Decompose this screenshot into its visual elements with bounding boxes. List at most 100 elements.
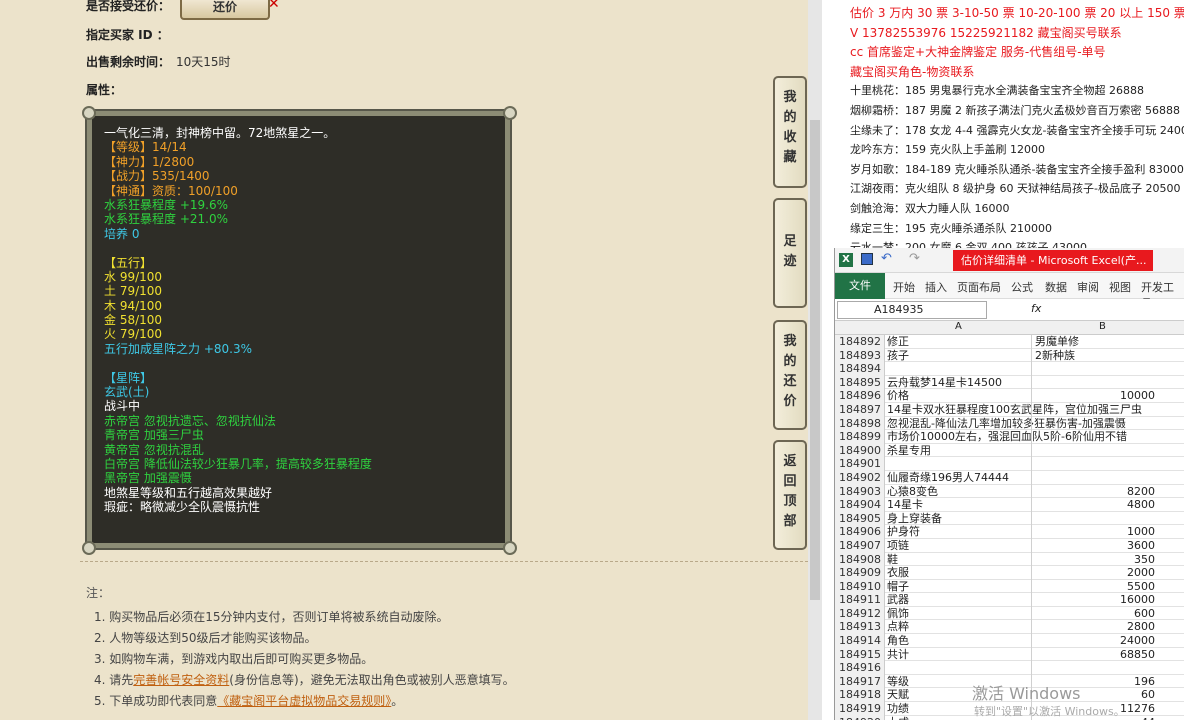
attribute-line: 【战力】535/1400 bbox=[104, 169, 210, 184]
attribute-line: 火 79/100 bbox=[104, 327, 163, 342]
tab-view[interactable]: 视图 bbox=[1109, 279, 1131, 295]
cell-a[interactable]: 功绩 bbox=[887, 702, 909, 715]
table-row: 184905 身上穿装备 bbox=[835, 511, 1184, 526]
tab-formulas[interactable]: 公式 bbox=[1011, 279, 1033, 295]
cell-a[interactable]: 忽视混乱-降仙法几率增加较多狂暴伤害-加强震慑 bbox=[887, 417, 1126, 430]
page-scrollbar[interactable] bbox=[808, 0, 822, 720]
back-to-top-tab[interactable]: 返回顶部 bbox=[773, 440, 807, 550]
cell-a[interactable]: 修正 bbox=[887, 335, 909, 348]
column-b-header[interactable]: B bbox=[1099, 321, 1106, 332]
cell-a[interactable]: 14星卡 bbox=[887, 498, 923, 511]
cell-a[interactable]: 孩子 bbox=[887, 349, 909, 362]
cell-b[interactable]: 1000 bbox=[1035, 525, 1155, 538]
buyer-id-label: 指定买家 ID ： bbox=[86, 28, 169, 42]
cell-a[interactable]: 鞋 bbox=[887, 553, 898, 566]
document-line: 估价 3 万内 30 票 3-10-50 票 10-20-100 票 20 以上… bbox=[850, 6, 1184, 20]
redo-icon[interactable]: ↷ bbox=[909, 251, 920, 266]
cell-b[interactable]: 4800 bbox=[1035, 498, 1155, 511]
counter-offer-button[interactable]: 还价 bbox=[180, 0, 270, 20]
table-row: 184902 仙履奇缘196男人74444 bbox=[835, 470, 1184, 485]
cell-b[interactable]: 2新种族 bbox=[1035, 349, 1075, 362]
row-number: 184911 bbox=[835, 593, 885, 607]
cell-a[interactable]: 天赋 bbox=[887, 688, 909, 701]
document-line: 烟柳霜桥：187 男魔 2 新孩子满法门克火孟极妙音百万索密 56888 bbox=[850, 104, 1180, 117]
tab-label: 文件 bbox=[849, 279, 871, 292]
document-line: 藏宝阁买角色-物资联系 bbox=[850, 64, 975, 79]
cell-a[interactable]: 武器 bbox=[887, 593, 909, 606]
tab-insert[interactable]: 插入 bbox=[925, 279, 947, 295]
table-row: 184910 帽子 5500 bbox=[835, 579, 1184, 594]
time-left-value: 10天15时 bbox=[176, 55, 231, 69]
scrollbar-thumb[interactable] bbox=[810, 120, 820, 600]
tab-file[interactable]: 文件 bbox=[835, 273, 885, 299]
fx-icon[interactable]: fx bbox=[1031, 302, 1041, 315]
cell-b[interactable]: 8200 bbox=[1035, 485, 1155, 498]
cell-a[interactable]: 衣服 bbox=[887, 566, 909, 579]
row-number: 184894 bbox=[835, 362, 885, 376]
row-number: 184909 bbox=[835, 566, 885, 580]
attribute-line: 水系狂暴程度 +19.6% bbox=[104, 197, 228, 212]
tab-home[interactable]: 开始 bbox=[893, 279, 915, 295]
note-link[interactable]: 完善帐号安全资料 bbox=[133, 673, 229, 687]
undo-icon[interactable]: ↶ bbox=[881, 251, 892, 266]
trade-detail-page: 是否接受还价： 还价 ✕ 指定买家 ID ： 出售剩余时间： 10天15时 属性：… bbox=[0, 0, 822, 720]
cell-a[interactable]: 仙履奇缘196男人74444 bbox=[887, 471, 1009, 484]
cell-b[interactable]: 5500 bbox=[1035, 580, 1155, 593]
table-row: 184901 bbox=[835, 457, 1184, 471]
table-row: 184895 云舟载梦14星卡14500 bbox=[835, 375, 1184, 390]
cell-a[interactable]: 帽子 bbox=[887, 580, 909, 593]
cell-b[interactable]: 600 bbox=[1035, 607, 1155, 620]
row-number: 184910 bbox=[835, 579, 885, 594]
cell-a[interactable]: 杀星专用 bbox=[887, 444, 931, 457]
column-a-header[interactable]: A bbox=[955, 321, 962, 332]
note-link[interactable]: 《藏宝阁平台虚拟物品交易规则》 bbox=[217, 694, 391, 708]
row-number: 184904 bbox=[835, 498, 885, 512]
row-number: 184899 bbox=[835, 430, 885, 444]
note-item: 3. 如购物车满，到游戏内取出后即可购买更多物品。 bbox=[86, 649, 515, 670]
cell-a[interactable]: 角色 bbox=[887, 634, 909, 647]
cell-b[interactable]: 2000 bbox=[1035, 566, 1155, 579]
document-line: 尘缘未了：178 女龙 4-4 强霹克火女龙-装备宝宝齐全接手可玩 24000 bbox=[850, 123, 1184, 137]
tab-review[interactable]: 审阅 bbox=[1077, 279, 1099, 295]
time-left-label: 出售剩余时间： bbox=[86, 55, 171, 69]
name-box[interactable]: A184935 bbox=[837, 301, 987, 319]
panel-corner-icon bbox=[82, 106, 96, 120]
my-favorites-tab[interactable]: 我的收藏 bbox=[773, 76, 807, 188]
cell-a[interactable]: 14星卡双水狂暴程度100玄武星阵，宫位加强三尸虫 bbox=[887, 403, 1142, 416]
cell-b[interactable]: 2800 bbox=[1035, 620, 1155, 633]
row-number: 184895 bbox=[835, 375, 885, 390]
tab-page-layout[interactable]: 页面布局 bbox=[957, 279, 1001, 295]
cell-a[interactable]: 等级 bbox=[887, 675, 909, 688]
column-header: A B bbox=[835, 321, 1184, 335]
row-number: 184898 bbox=[835, 416, 885, 431]
tab-label: 返回顶部 bbox=[783, 454, 797, 529]
cell-b[interactable]: 3600 bbox=[1035, 539, 1155, 552]
cell-a[interactable]: 云舟载梦14星卡14500 bbox=[887, 376, 1002, 389]
cell-b[interactable]: 男魔单修 bbox=[1035, 335, 1079, 348]
cell-a[interactable]: 心猿8变色 bbox=[887, 485, 938, 498]
row-number: 184912 bbox=[835, 606, 885, 621]
footprint-tab[interactable]: 足迹 bbox=[773, 198, 807, 308]
cell-a[interactable]: 护身符 bbox=[887, 525, 920, 538]
cell-a[interactable]: 项链 bbox=[887, 539, 909, 552]
cell-b[interactable]: 24000 bbox=[1035, 634, 1155, 647]
cell-a[interactable]: 市场价10000左右，强混回血队5阶-6阶仙用不错 bbox=[887, 430, 1127, 443]
table-row: 184899 市场价10000左右，强混回血队5阶-6阶仙用不错 bbox=[835, 430, 1184, 444]
cell-a[interactable]: 身上穿装备 bbox=[887, 512, 942, 525]
cell-a[interactable]: 价格 bbox=[887, 389, 909, 402]
cell-b[interactable]: 10000 bbox=[1035, 389, 1155, 402]
cell-a[interactable]: 大成 bbox=[887, 716, 909, 720]
cell-b[interactable]: 16000 bbox=[1035, 593, 1155, 606]
notes-title: 注： bbox=[86, 586, 111, 600]
cell-a[interactable]: 佩饰 bbox=[887, 607, 909, 620]
note-text: 3. 如购物车满，到游戏内取出后即可购买更多物品。 bbox=[94, 652, 374, 666]
row-number: 184919 bbox=[835, 702, 885, 716]
cell-a[interactable]: 共计 bbox=[887, 648, 909, 661]
save-icon[interactable] bbox=[861, 253, 873, 265]
cell-a[interactable]: 点粹 bbox=[887, 620, 909, 633]
cell-b[interactable]: 68850 bbox=[1035, 648, 1155, 661]
row-number: 184920 bbox=[835, 715, 885, 720]
tab-data[interactable]: 数据 bbox=[1045, 279, 1067, 295]
my-counter-offers-tab[interactable]: 我的还价 bbox=[773, 320, 807, 430]
cell-b[interactable]: 350 bbox=[1035, 553, 1155, 566]
